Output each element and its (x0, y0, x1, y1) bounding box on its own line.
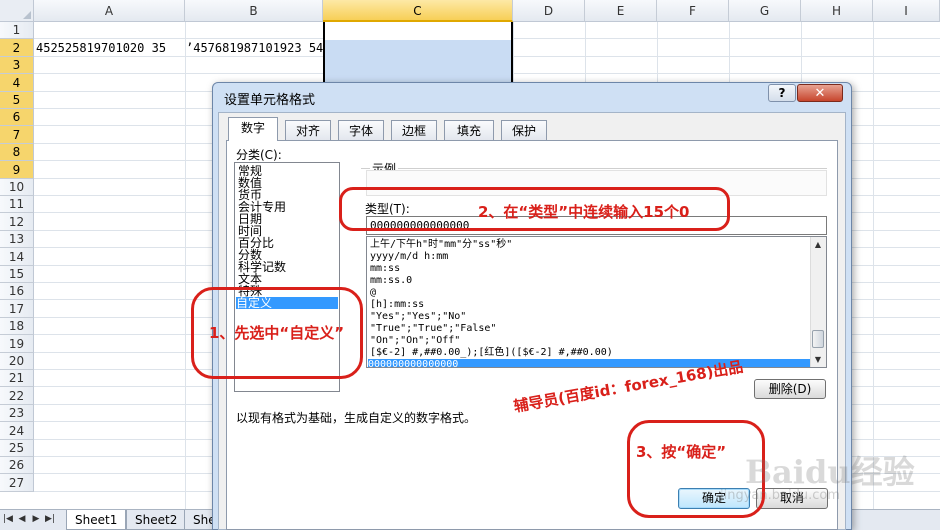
format-item[interactable]: @ (370, 287, 376, 299)
cell-a2[interactable]: 452525819701020 35 (36, 40, 166, 57)
baidu-watermark-logo: Baidu经验 (745, 453, 915, 491)
sample-group-line (361, 168, 827, 169)
category-label: 分类(C): (236, 148, 282, 162)
annotation-step1: 1、先选中“自定义” (209, 324, 345, 342)
format-description: 以现有格式为基础，生成自定义的数字格式。 (236, 411, 477, 425)
annotation-step2: 2、在“类型”中连续输入15个0 (478, 203, 690, 221)
column-header-c[interactable]: C (323, 0, 513, 22)
tab-number[interactable]: 数字 (228, 117, 278, 141)
row-header-5[interactable]: 5 (0, 92, 34, 109)
scroll-up-icon[interactable]: ▲ (811, 238, 825, 252)
format-item[interactable]: 上午/下午h"时"mm"分"ss"秒" (370, 239, 512, 251)
column-header-e[interactable]: E (585, 0, 657, 22)
column-header-a[interactable]: A (34, 0, 185, 22)
row-header-20[interactable]: 20 (0, 353, 34, 370)
tab-font[interactable]: 字体 (338, 120, 384, 140)
row-header-15[interactable]: 15 (0, 266, 34, 283)
row-header-24[interactable]: 24 (0, 422, 34, 440)
row-header-14[interactable]: 14 (0, 248, 34, 266)
sheet-tab-sheet1[interactable]: Sheet1 (66, 510, 127, 530)
scroll-thumb[interactable] (812, 330, 824, 348)
format-item[interactable]: mm:ss.0 (370, 275, 412, 287)
last-sheet-icon[interactable]: ▶| (44, 513, 56, 526)
format-item[interactable]: [$€-2] #,##0.00_);[红色]([$€-2] #,##0.00) (370, 347, 613, 359)
row-header-19[interactable]: 19 (0, 335, 34, 353)
format-item[interactable]: [h]:mm:ss (370, 299, 424, 311)
column-header-g[interactable]: G (729, 0, 801, 22)
close-button[interactable]: ✕ (797, 84, 843, 102)
row-header-23[interactable]: 23 (0, 405, 34, 422)
tab-fill[interactable]: 填充 (444, 120, 494, 140)
row-header-11[interactable]: 11 (0, 196, 34, 213)
format-item[interactable]: "Yes";"Yes";"No" (370, 311, 466, 323)
tab-alignment[interactable]: 对齐 (285, 120, 331, 140)
column-gridline (185, 22, 186, 509)
delete-button[interactable]: 删除(D) (754, 379, 826, 399)
row-header-22[interactable]: 22 (0, 387, 34, 405)
scroll-down-icon[interactable]: ▼ (811, 353, 825, 367)
column-header-i[interactable]: I (873, 0, 940, 22)
row-header-13[interactable]: 13 (0, 231, 34, 248)
row-header-12[interactable]: 12 (0, 213, 34, 231)
sheet-tab-sheet2[interactable]: Sheet2 (126, 510, 187, 530)
format-item[interactable]: mm:ss (370, 263, 400, 275)
cell-b2[interactable]: ’457681987101923 54 (186, 40, 323, 57)
column-header-h[interactable]: H (801, 0, 873, 22)
row-header-1[interactable]: 1 (0, 22, 34, 39)
watermark-url: jingyan.baidu.com (720, 488, 840, 503)
format-code-list[interactable]: 上午/下午h"时"mm"分"ss"秒" yyyy/m/d h:mm mm:ss … (366, 236, 827, 368)
row-header-6[interactable]: 6 (0, 109, 34, 126)
help-button[interactable]: ? (768, 84, 796, 102)
format-item[interactable]: yyyy/m/d h:mm (370, 251, 448, 263)
row-header-4[interactable]: 4 (0, 74, 34, 92)
annotation-step3: 3、按“确定” (636, 443, 727, 461)
select-all-corner[interactable] (0, 0, 34, 22)
column-header-d[interactable]: D (513, 0, 585, 22)
column-gridline (873, 22, 874, 509)
row-header-25[interactable]: 25 (0, 440, 34, 457)
format-item[interactable]: "On";"On";"Off" (370, 335, 460, 347)
row-header-8[interactable]: 8 (0, 144, 34, 161)
format-item-selected[interactable]: 000000000000000 (368, 359, 811, 367)
next-sheet-icon[interactable]: ▶ (30, 513, 42, 526)
first-sheet-icon[interactable]: |◀ (2, 513, 14, 526)
row-header-26[interactable]: 26 (0, 457, 34, 474)
row-header-10[interactable]: 10 (0, 179, 34, 196)
row-header-17[interactable]: 17 (0, 300, 34, 318)
prev-sheet-icon[interactable]: ◀ (16, 513, 28, 526)
dialog-title: 设置单元格格式 (224, 93, 316, 108)
column-header-f[interactable]: F (657, 0, 729, 22)
format-item[interactable]: "True";"True";"False" (370, 323, 496, 335)
row-header-27[interactable]: 27 (0, 474, 34, 492)
row-header-2[interactable]: 2 (0, 39, 34, 57)
tab-protection[interactable]: 保护 (501, 120, 547, 140)
row-header-16[interactable]: 16 (0, 283, 34, 300)
row-header-9[interactable]: 9 (0, 161, 34, 179)
column-header-b[interactable]: B (185, 0, 323, 22)
tab-border[interactable]: 边框 (391, 120, 437, 140)
row-header-3[interactable]: 3 (0, 57, 34, 74)
row-header-7[interactable]: 7 (0, 126, 34, 144)
row-header-18[interactable]: 18 (0, 318, 34, 335)
row-header-21[interactable]: 21 (0, 370, 34, 387)
